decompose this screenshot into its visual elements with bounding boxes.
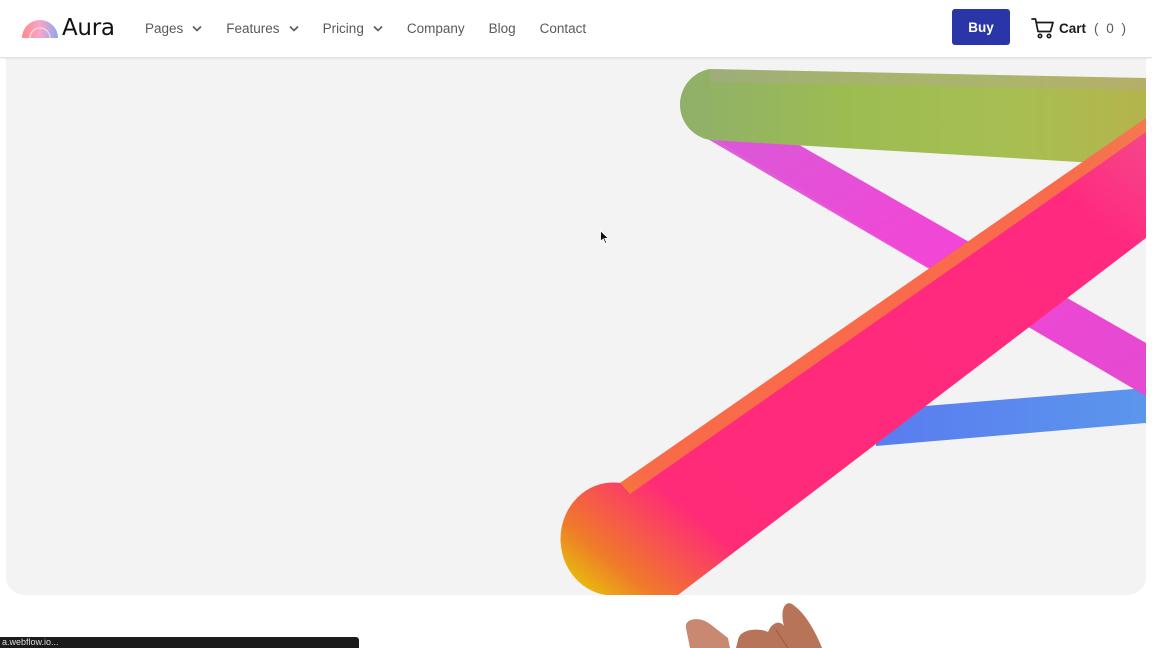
hero-section (6, 58, 1146, 595)
mouse-cursor-icon (600, 230, 610, 245)
nav-item-blog[interactable]: Blog (489, 21, 516, 36)
cart-icon (1031, 18, 1054, 39)
nav-item-company[interactable]: Company (407, 21, 465, 36)
hand-image (685, 603, 822, 648)
brand-name: Aura (62, 15, 115, 41)
chevron-down-icon (192, 25, 202, 32)
page: Aura Pages Features Pricing Company Blog (0, 0, 1152, 648)
nav-item-label: Contact (539, 20, 587, 36)
nav-item-contact[interactable]: Contact (540, 21, 587, 36)
browser-status-bar: a.webflow.io... (0, 637, 359, 648)
nav-item-label: Pages (145, 20, 184, 36)
nav-item-label: Company (406, 20, 465, 36)
cart-label: Cart (1059, 20, 1087, 36)
nav-item-label: Features (226, 20, 280, 36)
chevron-down-icon (373, 25, 383, 32)
nav-item-features[interactable]: Features (226, 20, 299, 36)
navbar: Aura Pages Features Pricing Company Blog (0, 0, 1152, 58)
chevron-down-icon (288, 25, 299, 32)
hero-3d-tubes-graphic (560, 69, 1146, 595)
nav-item-pricing[interactable]: Pricing (323, 21, 383, 36)
brand-logo[interactable]: Aura (22, 14, 115, 42)
nav-item-pages[interactable]: Pages (145, 21, 202, 36)
nav-item-label: Blog (488, 20, 516, 36)
buy-button[interactable]: Buy (952, 9, 1010, 45)
nav-item-label: Pricing (322, 20, 364, 36)
main-nav: Pages Features Pricing Company Blog Cont… (145, 0, 610, 56)
cart-count: ( 0 ) (1094, 20, 1129, 36)
cart-button[interactable]: Cart ( 0 ) (1031, 14, 1128, 42)
rainbow-arc-icon (22, 20, 58, 38)
